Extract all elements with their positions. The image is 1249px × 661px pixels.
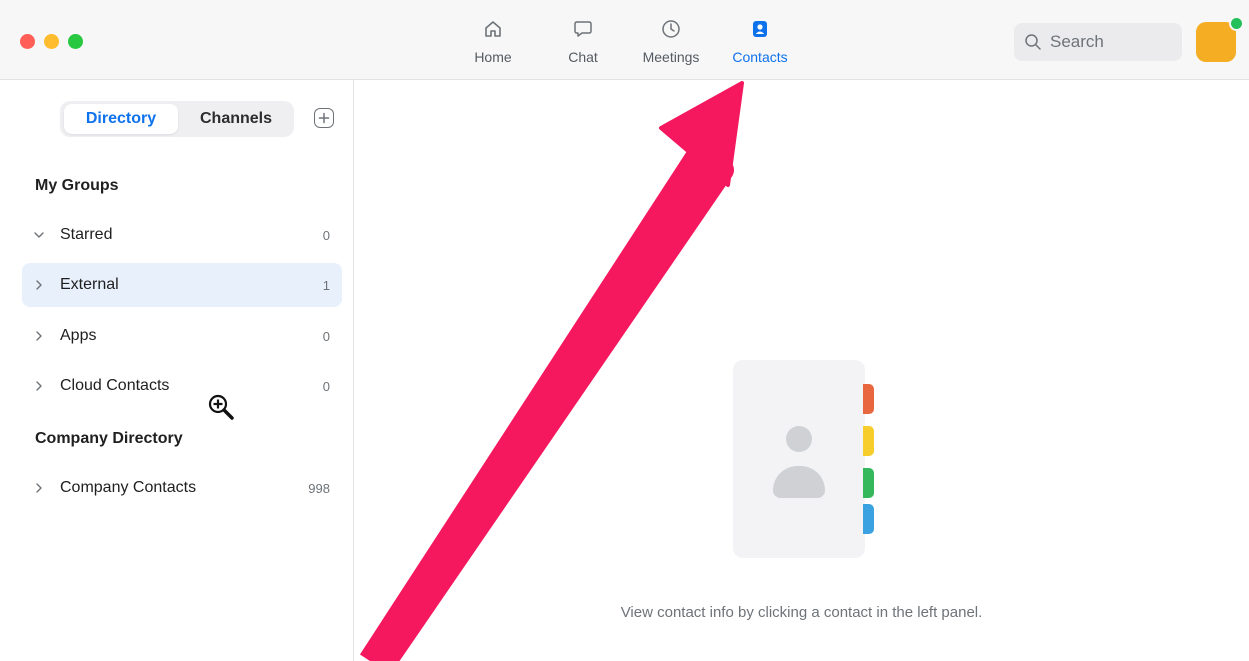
contacts-sidebar: Directory Channels My Groups Starred 0 E…: [0, 80, 354, 661]
presence-indicator: [1229, 16, 1244, 31]
address-book-cover: [733, 360, 865, 558]
group-row-cloud-contacts[interactable]: Cloud Contacts 0: [22, 364, 342, 408]
group-name: Starred: [60, 226, 113, 243]
window-zoom-button[interactable]: [68, 34, 83, 49]
group-count: 0: [322, 328, 330, 344]
address-book-tab: [863, 426, 874, 456]
group-count: 0: [322, 227, 330, 243]
search-placeholder: Search: [1050, 32, 1104, 51]
chat-icon: [572, 18, 594, 40]
home-icon: [482, 18, 504, 40]
group-name: Cloud Contacts: [60, 377, 170, 394]
nav-chat[interactable]: Chat: [547, 18, 619, 70]
group-name: Company Contacts: [60, 479, 197, 496]
nav-home[interactable]: Home: [457, 18, 529, 70]
group-name: Apps: [60, 327, 97, 344]
empty-state-hint: View contact info by clicking a contact …: [620, 604, 983, 621]
company-directory-heading: Company Directory: [35, 430, 183, 447]
chevron-right-icon: [32, 379, 46, 393]
group-row-starred[interactable]: Starred 0: [22, 213, 342, 257]
nav-contacts-label: Contacts: [732, 49, 788, 65]
search-icon: [1024, 33, 1042, 51]
chevron-right-icon: [32, 329, 46, 343]
address-book-tab: [863, 468, 874, 498]
contacts-icon: [749, 18, 771, 40]
group-name: External: [60, 276, 119, 293]
group-row-apps[interactable]: Apps 0: [22, 314, 342, 358]
tab-directory[interactable]: Directory: [64, 104, 178, 134]
tab-channels[interactable]: Channels: [180, 104, 292, 134]
window-close-button[interactable]: [20, 34, 35, 49]
group-count: 1: [322, 277, 330, 293]
contact-detail-panel: View contact info by clicking a contact …: [354, 80, 1249, 661]
nav-meetings[interactable]: Meetings: [635, 18, 707, 70]
clock-icon: [660, 18, 682, 40]
group-row-external[interactable]: External 1: [22, 263, 342, 307]
address-book-tab: [863, 384, 874, 414]
window-minimize-button[interactable]: [44, 34, 59, 49]
directory-channels-switch: Directory Channels: [60, 101, 294, 137]
chevron-right-icon: [32, 481, 46, 495]
nav-chat-label: Chat: [568, 49, 598, 65]
person-silhouette-head: [786, 426, 812, 452]
my-groups-heading: My Groups: [35, 177, 119, 194]
address-book-tab: [863, 504, 874, 534]
chevron-down-icon: [32, 228, 46, 242]
group-count: 0: [322, 378, 330, 394]
chevron-right-icon: [32, 278, 46, 292]
plus-icon: [318, 112, 330, 124]
nav-contacts[interactable]: Contacts: [724, 18, 796, 70]
search-input[interactable]: Search: [1014, 23, 1182, 61]
nav-home-label: Home: [474, 49, 512, 65]
zoom-cursor-icon: [208, 394, 234, 420]
group-row-company-contacts[interactable]: Company Contacts 998: [22, 466, 342, 510]
add-contact-button[interactable]: [314, 108, 334, 128]
group-count: 998: [308, 480, 330, 496]
nav-meetings-label: Meetings: [642, 49, 700, 65]
top-bar: Home Chat Meetings Contacts Search: [0, 0, 1249, 80]
